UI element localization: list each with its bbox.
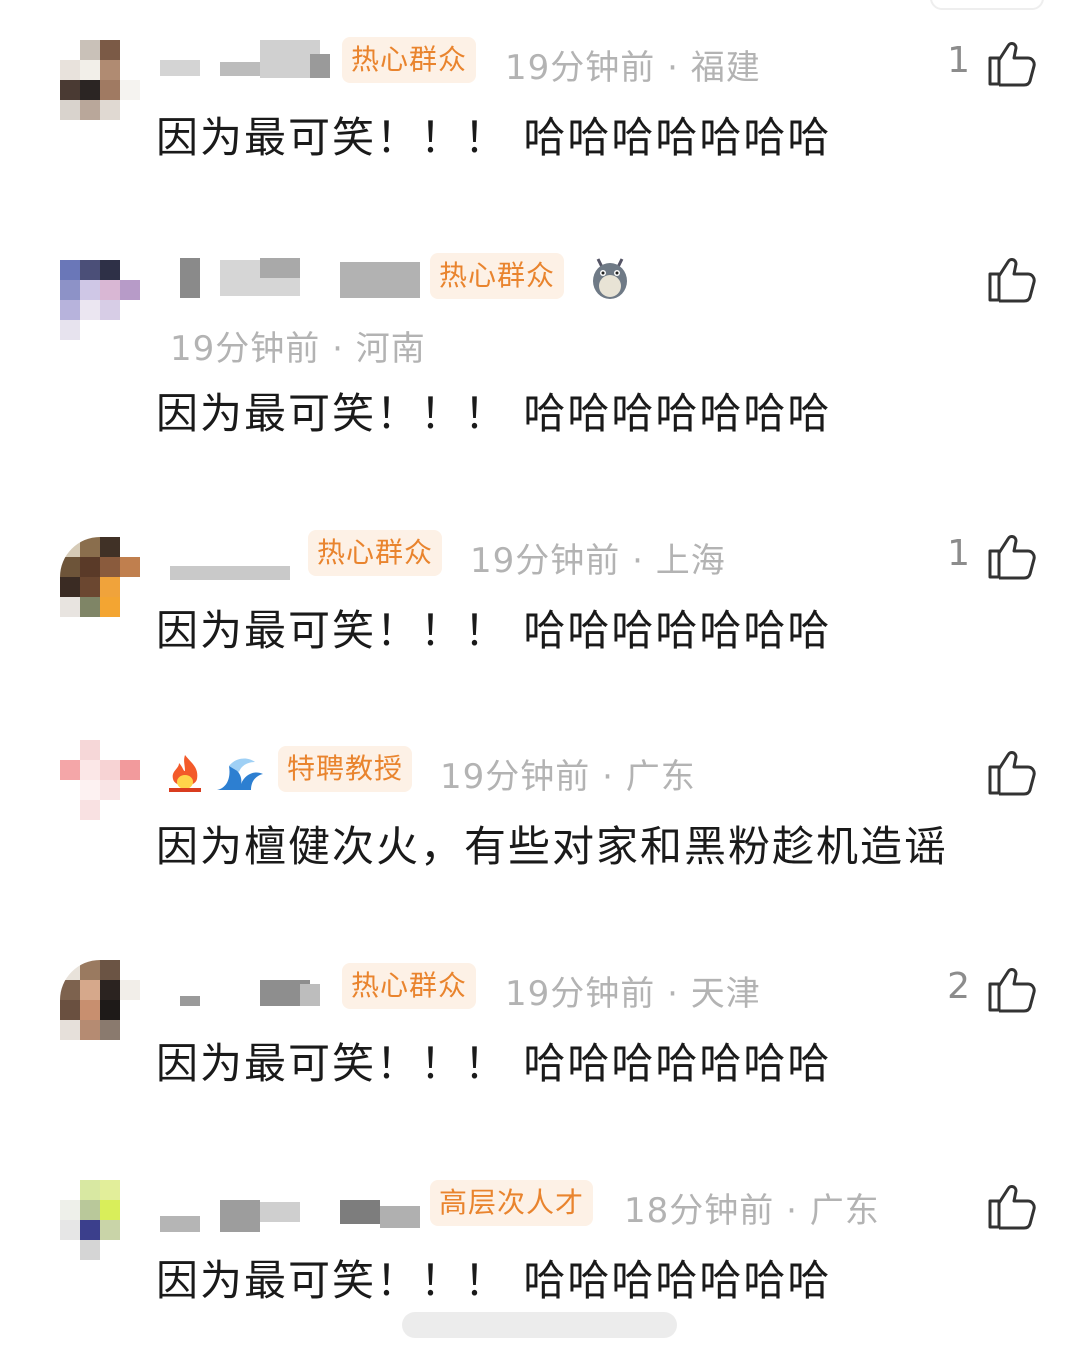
comment-location: 上海	[655, 541, 726, 581]
user-badge: 热心群众	[342, 37, 477, 83]
thumbs-up-icon[interactable]	[982, 527, 1038, 583]
username-blurred[interactable]	[160, 548, 300, 580]
comment-location: 广东	[809, 1191, 880, 1231]
comment-location: 河南	[355, 329, 426, 369]
comment-meta: 19分钟前 · 上海	[470, 533, 726, 582]
like-count: 1	[947, 533, 970, 574]
comment-text: 因为最可笑！！！ 哈哈哈哈哈哈哈	[156, 1256, 832, 1305]
previous-card-edge	[930, 0, 1044, 10]
wave-icon	[217, 758, 263, 790]
like-count: 1	[947, 40, 970, 81]
watermark-bar	[402, 1312, 677, 1338]
comment-text: 因为檀健次火，有些对家和黑粉趁机造谣	[156, 822, 949, 871]
comment-meta: 19分钟前 · 天津	[505, 966, 761, 1015]
like-count: 2	[947, 966, 970, 1007]
user-badge: 热心群众	[430, 253, 565, 299]
comment-text: 因为最可笑！！！ 哈哈哈哈哈哈哈	[156, 113, 832, 162]
avatar[interactable]	[60, 260, 140, 340]
meta-separator: ·	[320, 329, 356, 369]
comment-location: 广东	[625, 757, 696, 797]
meta-separator: ·	[620, 541, 656, 581]
comment-meta: 19分钟前 · 福建	[505, 40, 761, 89]
username-blurred[interactable]	[160, 40, 335, 78]
thumbs-up-icon[interactable]	[982, 1177, 1038, 1233]
user-badge: 热心群众	[342, 963, 477, 1009]
meta-separator: ·	[655, 974, 691, 1014]
username-blurred[interactable]	[180, 258, 430, 298]
comment-time: 19分钟前	[505, 974, 656, 1014]
username-blurred[interactable]	[160, 1196, 420, 1232]
user-badge: 高层次人才	[430, 1180, 594, 1226]
username-blurred[interactable]	[180, 968, 330, 1006]
thumbs-up-icon[interactable]	[982, 960, 1038, 1016]
comment-text: 因为最可笑！！！ 哈哈哈哈哈哈哈	[156, 606, 832, 655]
comment-time: 19分钟前	[440, 757, 591, 797]
comment-meta: 18分钟前 · 广东	[624, 1183, 880, 1232]
meta-separator: ·	[774, 1191, 810, 1231]
thumbs-up-icon[interactable]	[982, 250, 1038, 306]
comment-meta: 19分钟前 · 广东	[440, 749, 696, 798]
totoro-icon	[593, 258, 627, 299]
thumbs-up-icon[interactable]	[982, 34, 1038, 90]
comment-time: 19分钟前	[505, 48, 656, 88]
comment-time: 19分钟前	[170, 329, 321, 369]
user-badge: 特聘教授	[278, 746, 413, 792]
avatar[interactable]	[60, 537, 140, 617]
comment-time: 18分钟前	[624, 1191, 775, 1231]
avatar[interactable]	[60, 740, 140, 820]
avatar[interactable]	[60, 1180, 140, 1260]
comment-location: 福建	[690, 48, 761, 88]
comment-location: 天津	[690, 974, 761, 1014]
meta-separator: ·	[590, 757, 626, 797]
comment-text: 因为最可笑！！！ 哈哈哈哈哈哈哈	[156, 389, 832, 438]
comment-text: 因为最可笑！！！ 哈哈哈哈哈哈哈	[156, 1039, 832, 1088]
avatar[interactable]	[60, 960, 140, 1040]
avatar[interactable]	[60, 40, 140, 120]
fire-icon	[169, 755, 201, 792]
meta-separator: ·	[655, 48, 691, 88]
user-badge: 热心群众	[308, 530, 443, 576]
comment-meta: 19分钟前 · 河南	[170, 321, 426, 370]
thumbs-up-icon[interactable]	[982, 743, 1038, 799]
comment-time: 19分钟前	[470, 541, 621, 581]
